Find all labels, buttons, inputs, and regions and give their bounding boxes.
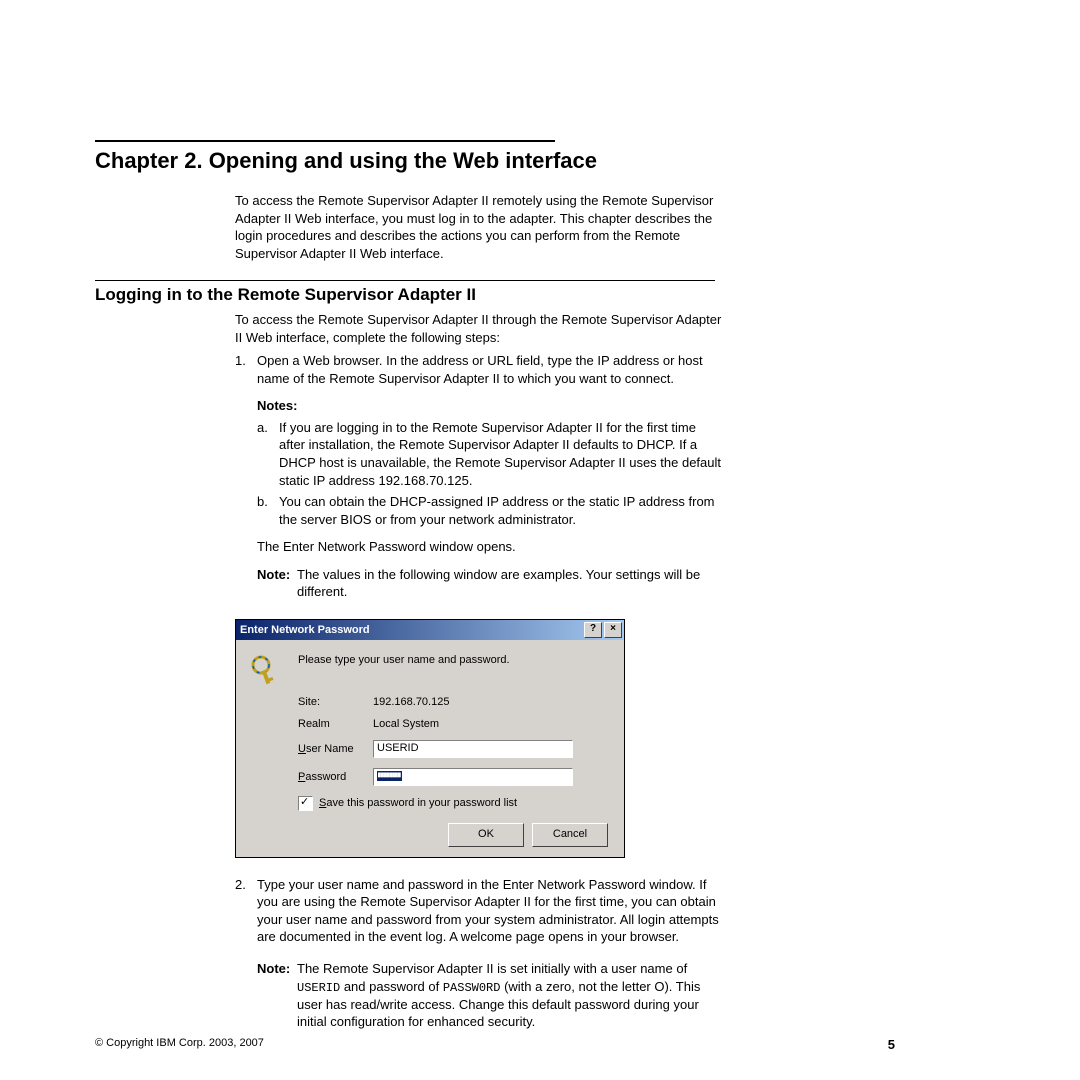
dialog-title: Enter Network Password: [240, 624, 582, 636]
step-1-text: Open a Web browser. In the address or UR…: [257, 353, 703, 386]
realm-row: Realm Local System: [298, 718, 610, 730]
note-a: a. If you are logging in to the Remote S…: [257, 419, 725, 489]
ok-button[interactable]: OK: [448, 823, 524, 847]
dialog-fields: Site: 192.168.70.125 Realm Local System …: [298, 696, 610, 786]
password-input[interactable]: ████████: [373, 768, 573, 786]
page-footer: © Copyright IBM Corp. 2003, 2007 5: [95, 1037, 985, 1052]
note-text-2: and password of: [340, 979, 443, 994]
note-mono-password: PASSW0RD: [443, 981, 501, 995]
site-value: 192.168.70.125: [373, 696, 449, 708]
section-intro: To access the Remote Supervisor Adapter …: [235, 311, 725, 346]
step-2-note: Note: The Remote Supervisor Adapter II i…: [257, 960, 725, 1031]
dialog-button-row: OK Cancel: [250, 823, 610, 847]
step-1: 1. Open a Web browser. In the address or…: [235, 352, 725, 601]
copyright-text: © Copyright IBM Corp. 2003, 2007: [95, 1037, 264, 1052]
after-notes-text: The Enter Network Password window opens.: [257, 538, 725, 556]
help-button[interactable]: ?: [584, 622, 602, 638]
password-row: Password ████████: [298, 768, 610, 786]
dialog-titlebar: Enter Network Password ? ×: [236, 620, 624, 640]
cancel-button[interactable]: Cancel: [532, 823, 608, 847]
step-2-note-label: Note:: [257, 960, 297, 1031]
step-1-content: Open a Web browser. In the address or UR…: [257, 352, 725, 601]
note-a-letter: a.: [257, 419, 279, 489]
step-2: 2. Type your user name and password in t…: [235, 876, 725, 1031]
site-label: Site:: [298, 696, 373, 708]
section-title: Logging in to the Remote Supervisor Adap…: [95, 285, 985, 305]
password-mask: ████████: [377, 771, 402, 781]
dialog-screenshot: Enter Network Password ? × Please type y…: [235, 619, 625, 858]
intro-paragraph: To access the Remote Supervisor Adapter …: [235, 192, 725, 262]
realm-label: Realm: [298, 718, 373, 730]
step-2-text: Type your user name and password in the …: [257, 877, 719, 945]
enter-network-password-dialog: Enter Network Password ? × Please type y…: [235, 619, 625, 858]
site-row: Site: 192.168.70.125: [298, 696, 610, 708]
username-row: User Name USERID: [298, 740, 610, 758]
note-b-text: You can obtain the DHCP-assigned IP addr…: [279, 493, 725, 528]
section-body: To access the Remote Supervisor Adapter …: [235, 311, 725, 601]
step-2-note-body: The Remote Supervisor Adapter II is set …: [297, 960, 725, 1031]
section-rule: [95, 280, 715, 281]
save-password-checkbox[interactable]: [298, 796, 313, 811]
password-label: Password: [298, 771, 373, 783]
dialog-prompt-row: Please type your user name and password.: [250, 654, 610, 686]
step-2-content: Type your user name and password in the …: [257, 876, 725, 1031]
step-2-number: 2.: [235, 876, 257, 1031]
key-icon: [250, 654, 282, 686]
save-password-label[interactable]: Save this password in your password list: [319, 797, 517, 809]
example-note-label: Note:: [257, 566, 297, 601]
example-note-text: The values in the following window are e…: [297, 566, 725, 601]
realm-value: Local System: [373, 718, 439, 730]
document-page: Chapter 2. Opening and using the Web int…: [95, 140, 985, 1031]
note-mono-userid: USERID: [297, 981, 340, 995]
chapter-rule: [95, 140, 555, 142]
username-label: User Name: [298, 743, 373, 755]
chapter-intro: To access the Remote Supervisor Adapter …: [235, 192, 725, 262]
dialog-prompt: Please type your user name and password.: [298, 654, 510, 666]
page-number: 5: [888, 1037, 895, 1052]
close-button[interactable]: ×: [604, 622, 622, 638]
example-note: Note: The values in the following window…: [257, 566, 725, 601]
note-a-text: If you are logging in to the Remote Supe…: [279, 419, 725, 489]
save-password-row: Save this password in your password list: [298, 796, 610, 811]
note-text-1: The Remote Supervisor Adapter II is set …: [297, 961, 687, 976]
step-1-number: 1.: [235, 352, 257, 601]
notes-heading: Notes:: [257, 397, 725, 415]
dialog-body: Please type your user name and password.…: [236, 640, 624, 857]
username-input[interactable]: USERID: [373, 740, 573, 758]
note-b-letter: b.: [257, 493, 279, 528]
step-2-wrap: 2. Type your user name and password in t…: [235, 876, 725, 1031]
chapter-title: Chapter 2. Opening and using the Web int…: [95, 148, 985, 174]
note-b: b. You can obtain the DHCP-assigned IP a…: [257, 493, 725, 528]
